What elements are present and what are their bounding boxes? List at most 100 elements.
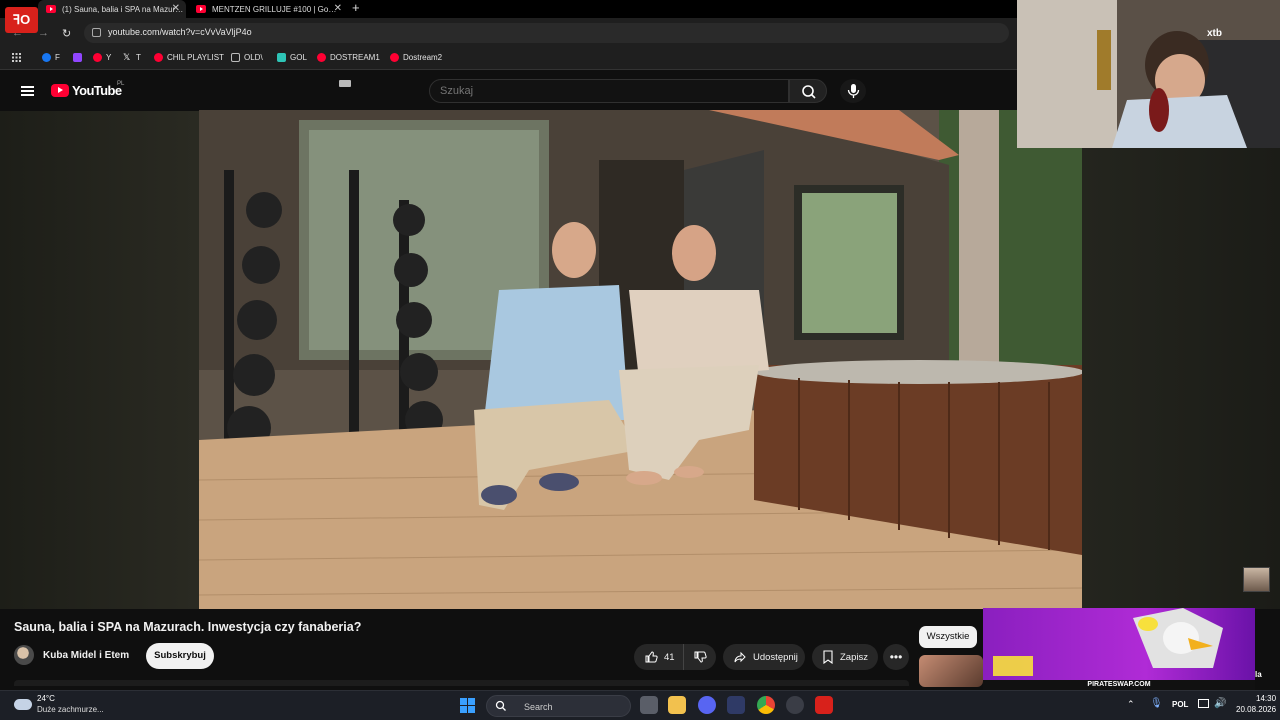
cloud-icon[interactable] <box>14 699 32 710</box>
more-actions-button[interactable]: ••• <box>883 644 909 670</box>
video-player[interactable] <box>199 110 1082 609</box>
weather-description[interactable]: Duże zachmurze... <box>37 705 104 714</box>
apps-grid-icon[interactable] <box>12 53 21 62</box>
search-box <box>429 79 789 103</box>
video-frame <box>199 110 1082 609</box>
youtube-favicon-icon <box>196 5 206 13</box>
file-explorer-icon[interactable] <box>668 696 686 714</box>
taskbar-search[interactable]: Search <box>486 695 631 717</box>
webcam-frame <box>1017 0 1280 148</box>
corner-avatar <box>1243 567 1270 592</box>
side-label: la <box>1255 670 1262 679</box>
discord-icon[interactable] <box>698 696 716 714</box>
close-tab-icon[interactable]: ✕ <box>334 3 342 15</box>
task-view-icon[interactable] <box>640 696 658 714</box>
tab-title: MENTZEN GRILLUJE #100 | Go… <box>212 4 337 14</box>
url-text: youtube.com/watch?v=cVvVaVljP4o <box>108 27 252 37</box>
search-input[interactable] <box>440 85 740 97</box>
youtube-icon <box>93 53 102 62</box>
site-info-icon[interactable] <box>92 28 101 37</box>
chevron-up-icon[interactable]: ⌃ <box>1127 699 1135 710</box>
language-indicator[interactable]: POL <box>1172 700 1188 709</box>
youtube-icon <box>154 53 163 62</box>
ad-caption: PIRATESWAP.COM <box>983 680 1255 690</box>
channel-name[interactable]: Kuba Midel i Etem <box>43 650 129 661</box>
dislike-button[interactable] <box>684 644 716 670</box>
clock-time[interactable]: 14:30 <box>1256 694 1276 703</box>
share-button[interactable]: Udostępnij <box>723 644 805 670</box>
folder-icon <box>231 53 240 62</box>
app-icon[interactable] <box>727 696 745 714</box>
bookmark-youtube[interactable]: Y <box>93 53 111 62</box>
bookmark-icon <box>823 650 833 664</box>
more-dots-icon: ••• <box>889 650 903 664</box>
microphone-icon <box>847 84 860 98</box>
youtube-icon <box>390 53 399 62</box>
tab-youtube-video[interactable]: (1) Sauna, balia i SPA na Mazur… ✕ <box>38 0 186 18</box>
thumbs-down-icon <box>694 651 707 663</box>
chrome-icon[interactable] <box>757 696 775 714</box>
description-box[interactable] <box>14 680 909 686</box>
youtube-favicon-icon <box>46 5 56 13</box>
tab-mentzen[interactable]: MENTZEN GRILLUJE #100 | Go… ✕ <box>188 0 348 18</box>
stream-logo: ꟻO <box>5 7 38 33</box>
page-background-right <box>1082 148 1280 609</box>
app-red-icon[interactable] <box>815 696 833 714</box>
network-icon[interactable] <box>1198 699 1209 708</box>
twitch-icon <box>73 53 82 62</box>
gol-icon <box>277 53 286 62</box>
streamer-webcam <box>1017 0 1280 148</box>
mic-tray-icon[interactable]: 🎙 <box>1150 698 1163 709</box>
bookmarks-bar: F Y 𝕏T CHIL PLAYLIST OLD\ GOL DOSTREAM1 … <box>0 48 1017 70</box>
x-icon: 𝕏 <box>123 52 131 62</box>
like-button[interactable]: 41 <box>634 644 684 670</box>
save-button[interactable]: Zapisz <box>812 644 878 670</box>
country-code: PL <box>117 81 125 87</box>
facebook-icon <box>42 53 51 62</box>
weather-temperature[interactable]: 24°C <box>37 694 55 703</box>
browser-toolbar: ← → ↻ youtube.com/watch?v=cVvVaVljP4o <box>0 18 1017 48</box>
recommended-video-thumbnail[interactable] <box>919 655 983 687</box>
reload-icon[interactable]: ↻ <box>62 27 71 40</box>
search-button[interactable] <box>789 79 827 103</box>
clock-date[interactable]: 20.08.2026 <box>1236 705 1276 714</box>
keyboard-icon[interactable] <box>339 80 351 87</box>
bookmark-x[interactable]: 𝕏T <box>123 52 141 63</box>
sponsor-ad-banner: PIRATESWAP.COM <box>983 608 1255 690</box>
address-bar[interactable]: youtube.com/watch?v=cVvVaVljP4o <box>84 23 1009 43</box>
new-tab-button[interactable]: + <box>352 0 360 16</box>
youtube-logo[interactable]: YouTube <box>51 83 122 98</box>
search-icon <box>495 700 506 711</box>
volume-icon[interactable]: 🔊 <box>1214 698 1226 709</box>
youtube-header: YouTube PL <box>0 71 1017 111</box>
bookmark-twitch[interactable] <box>73 53 86 62</box>
channel-avatar[interactable] <box>14 645 34 665</box>
like-count: 41 <box>664 651 675 663</box>
sponsor-logo: xtb <box>1207 28 1222 39</box>
hamburger-menu-icon[interactable] <box>21 86 34 96</box>
bookmark-dostream2[interactable]: Dostream2 <box>390 53 442 62</box>
windows-taskbar: 24°C Duże zachmurze... Search ⌃ 🎙 POL 🔊 … <box>0 690 1280 720</box>
thumbs-up-icon <box>645 651 658 663</box>
youtube-play-icon <box>51 84 69 97</box>
bookmark-chil-playlist[interactable]: CHIL PLAYLIST <box>154 53 224 62</box>
voice-search-button[interactable] <box>840 79 866 103</box>
page-background-left <box>0 110 199 609</box>
bookmark-folder-old[interactable]: OLD\ <box>231 53 263 62</box>
bookmark-facebook[interactable]: F <box>42 53 60 62</box>
youtube-icon <box>317 53 326 62</box>
video-title: Sauna, balia i SPA na Mazurach. Inwestyc… <box>14 620 362 634</box>
subscribe-button[interactable]: Subskrybuj <box>146 643 214 669</box>
bookmark-dostream1[interactable]: DOSTREAM1 <box>317 53 380 62</box>
browser-tab-strip: (1) Sauna, balia i SPA na Mazur… ✕ MENTZ… <box>0 0 1017 18</box>
like-dislike-group: 41 <box>634 644 716 670</box>
search-icon <box>802 85 816 99</box>
share-icon <box>734 651 746 663</box>
ad-artwork <box>993 608 1223 676</box>
bookmark-gol[interactable]: GOL <box>277 53 307 62</box>
obs-icon[interactable] <box>786 696 804 714</box>
filter-chip-all[interactable]: Wszystkie <box>919 626 977 648</box>
start-button[interactable] <box>460 698 475 713</box>
forward-arrow-icon[interactable]: → <box>38 27 49 39</box>
close-tab-icon[interactable]: ✕ <box>172 3 180 15</box>
